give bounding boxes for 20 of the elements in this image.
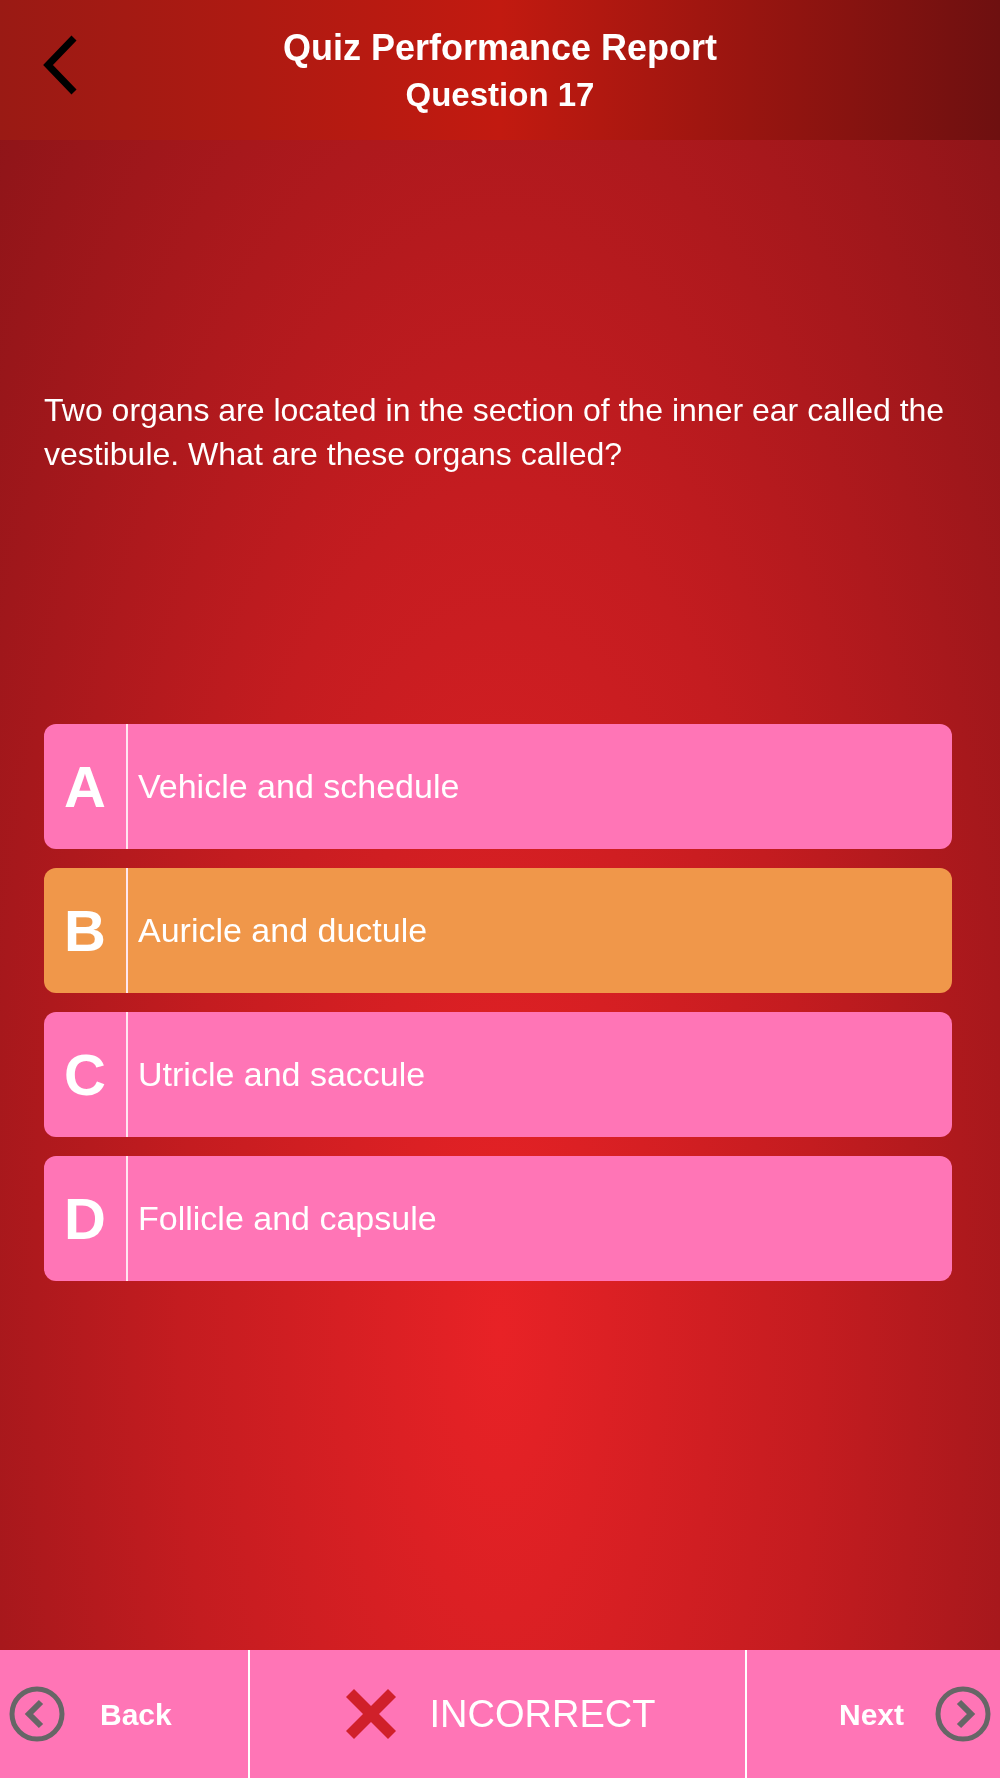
header-title: Quiz Performance Report bbox=[282, 29, 718, 66]
answer-option[interactable]: C Utricle and saccule bbox=[44, 1012, 952, 1137]
next-button[interactable]: Next bbox=[747, 1650, 1000, 1778]
option-letter: C bbox=[63, 1045, 107, 1104]
answer-option[interactable]: D Follicle and capsule bbox=[44, 1156, 952, 1281]
question-number: Question 17 bbox=[405, 77, 595, 111]
option-letter: B bbox=[63, 901, 107, 960]
question-text: Two organs are located in the section of the inner ear called the vestibule. What are these organs called? bbox=[44, 391, 946, 474]
chevron-left-circle-icon bbox=[8, 1685, 66, 1743]
answer-option[interactable]: B Auricle and ductule bbox=[44, 868, 952, 993]
result-label: INCORRECT bbox=[429, 1691, 656, 1737]
option-text: Auricle and ductule bbox=[137, 910, 428, 951]
answer-option[interactable]: A Vehicle and schedule bbox=[44, 724, 952, 849]
option-letter: A bbox=[63, 757, 107, 816]
option-letter: D bbox=[63, 1189, 107, 1248]
option-text: Vehicle and schedule bbox=[137, 766, 460, 807]
option-text: Follicle and capsule bbox=[137, 1198, 437, 1239]
option-text: Utricle and saccule bbox=[137, 1054, 426, 1095]
back-button[interactable]: Back bbox=[0, 1650, 248, 1778]
chevron-right-circle-icon bbox=[934, 1685, 992, 1743]
